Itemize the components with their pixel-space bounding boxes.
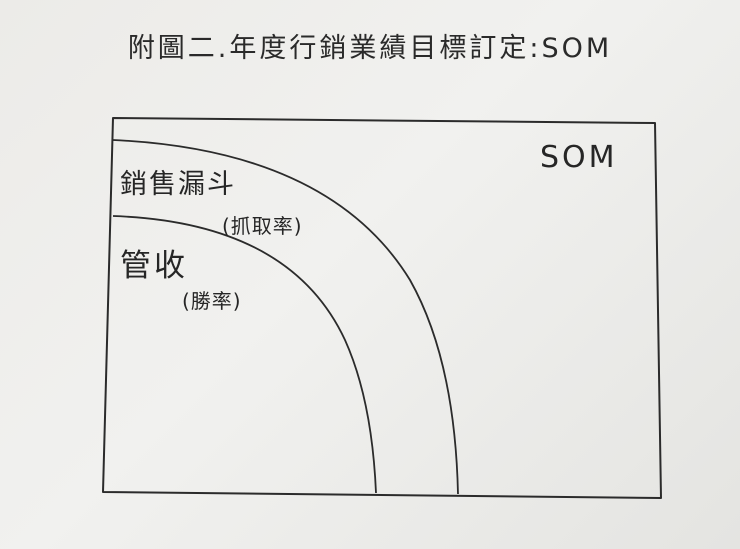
capture-rate-label: (抓取率): [222, 214, 303, 238]
sales-funnel-label: 銷售漏斗: [120, 169, 236, 200]
win-rate-label: (勝率): [182, 289, 242, 313]
som-diagram: [102, 117, 662, 499]
som-label: SOM: [540, 140, 618, 175]
collection-label: 管收: [120, 248, 188, 284]
